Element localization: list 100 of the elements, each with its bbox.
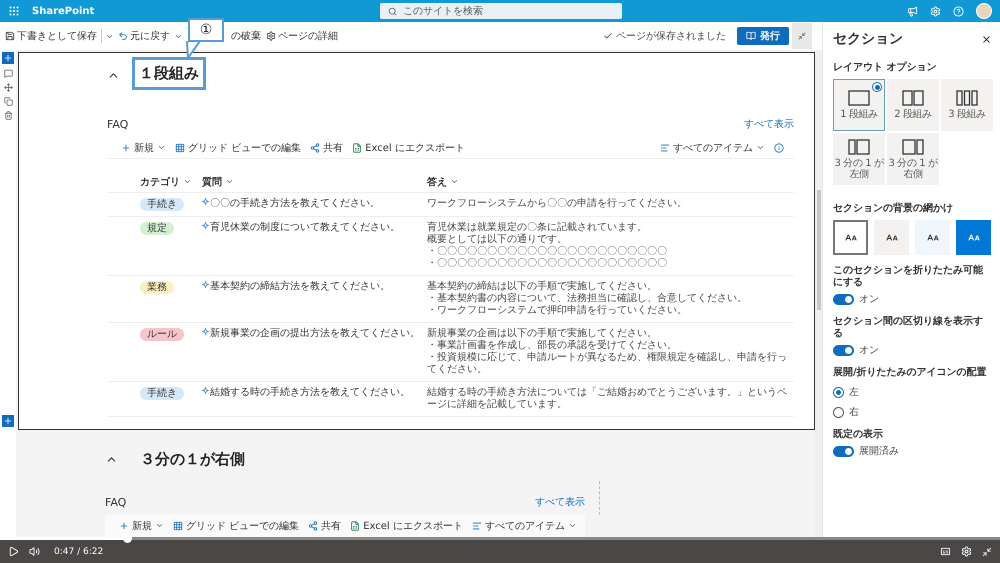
publish-button[interactable]: 発行 xyxy=(737,27,789,45)
text-size-icon xyxy=(886,232,898,244)
minimize-icon xyxy=(798,31,806,41)
app-launcher-icon[interactable] xyxy=(8,5,20,17)
column-header[interactable]: 質問 xyxy=(202,171,427,193)
see-all-link[interactable]: すべて表示 xyxy=(744,117,794,131)
toggle-switch[interactable] xyxy=(833,344,854,356)
question-text: 〇〇の手続き方法を教えてください。 xyxy=(210,198,380,210)
save-status: ページが保存されました xyxy=(616,30,726,43)
lines-icon xyxy=(660,142,670,152)
progress-track[interactable] xyxy=(0,537,1000,540)
add-section-button[interactable] xyxy=(2,52,14,64)
answer-line: ・事業計画書を作成し、部長の承認を受けてください。 xyxy=(427,340,678,352)
toggle-state: オン xyxy=(859,344,879,357)
toggle-switch[interactable] xyxy=(833,294,854,304)
sparkle-icon xyxy=(202,387,209,394)
shading-option[interactable] xyxy=(956,220,991,255)
settings-icon xyxy=(266,31,276,41)
question-text: 基本契約の締結方法を教えてください。 xyxy=(210,281,390,293)
layout-option[interactable]: 3 段組み xyxy=(941,79,993,131)
minimize-icon[interactable] xyxy=(982,546,992,556)
sparkle-icon xyxy=(202,281,209,288)
settings-icon[interactable] xyxy=(961,546,972,557)
share-icon xyxy=(310,142,320,152)
comment-icon[interactable] xyxy=(4,69,12,78)
play-icon[interactable] xyxy=(8,546,19,557)
radio-label: 左 xyxy=(849,386,859,399)
volume-icon[interactable] xyxy=(29,546,40,557)
megaphone-icon[interactable] xyxy=(907,6,918,16)
web-part-title: FAQ xyxy=(105,496,126,508)
toolbar-button[interactable]: 新規 xyxy=(121,140,166,154)
save-draft-button[interactable]: 下書きとして保存 xyxy=(4,28,98,44)
avatar[interactable] xyxy=(976,3,992,19)
layout-icon xyxy=(848,90,870,106)
column-header[interactable]: カテゴリ xyxy=(107,171,202,193)
panel-title: セクション xyxy=(833,30,903,48)
shading-option[interactable] xyxy=(874,220,909,255)
radio-button[interactable] xyxy=(833,386,844,398)
question-text: 結婚する時の手続き方法を教えてください。 xyxy=(210,387,410,399)
web-part-title: FAQ xyxy=(107,118,128,130)
category-tag: 手続き xyxy=(140,387,184,400)
undo-button[interactable]: 元に戻す xyxy=(117,28,171,44)
layout-icon xyxy=(902,138,924,154)
answer-line: ・〇〇〇〇〇〇〇〇〇〇〇〇〇〇〇〇〇〇〇〇〇〇〇 xyxy=(427,246,668,258)
save-icon xyxy=(5,31,15,41)
layout-option[interactable]: 1 段組み xyxy=(833,79,885,131)
category-tag: ルール xyxy=(140,328,184,341)
question-text: 育児休業の制度について教えてください。 xyxy=(210,222,400,234)
caret-icon xyxy=(157,143,166,152)
move-icon[interactable] xyxy=(4,83,12,92)
see-all-link[interactable]: すべて表示 xyxy=(535,495,585,509)
info-icon[interactable] xyxy=(774,142,784,152)
answer-line: 育児休業は就業規定の〇条に記載されています。 xyxy=(427,222,648,234)
shading-option[interactable] xyxy=(833,220,868,255)
view-selector[interactable]: すべてのアイテム xyxy=(660,140,765,154)
toggle-state: オン xyxy=(859,293,879,306)
layout-option[interactable]: 3 分の 1 が左側 xyxy=(833,133,885,185)
export-icon xyxy=(350,520,360,530)
layout-option[interactable]: 3 分の 1 が右側 xyxy=(887,133,939,185)
text-size-icon xyxy=(968,232,980,244)
toolbar-button[interactable]: Excel にエクスポート xyxy=(350,518,463,532)
app-name: SharePoint xyxy=(32,6,94,16)
search-field[interactable]: このサイトを検索 xyxy=(380,3,622,19)
view-selector[interactable]: すべてのアイテム xyxy=(472,518,577,532)
discard-button[interactable]: の破棄 xyxy=(230,28,262,44)
answer-line: ・投資規模に応じて、申請ルートが異なるため、権限規定を確認し、申請を行ってください。 xyxy=(427,352,788,376)
layout-option[interactable]: 2 段組み xyxy=(887,79,939,131)
toolbar-button[interactable]: グリッド ビューでの編集 xyxy=(173,518,300,532)
category-tag: 業務 xyxy=(140,281,174,294)
plus-icon xyxy=(3,416,13,426)
answer-line: ・ワークフローシステムで押印申請を行っていください。 xyxy=(427,305,688,317)
toolbar-button[interactable]: 共有 xyxy=(308,518,342,532)
category-tag: 手続き xyxy=(140,198,184,211)
toggle-switch[interactable] xyxy=(833,446,854,456)
section-title: ３分の１が右側 xyxy=(140,450,245,468)
sparkle-icon xyxy=(202,222,209,229)
add-section-button[interactable] xyxy=(2,415,14,427)
progress-thumb[interactable] xyxy=(123,534,132,543)
answer-line: ・基本契約書の内容について、法務担当に確認し、合意してください。 xyxy=(427,293,748,304)
setting-label: 展開/折りたたみのアイコンの配置 xyxy=(833,367,988,379)
shading-option[interactable] xyxy=(915,220,950,255)
radio-button[interactable] xyxy=(833,406,844,418)
toolbar-button[interactable]: 新規 xyxy=(119,518,164,532)
close-icon[interactable] xyxy=(981,34,992,44)
trash-icon[interactable] xyxy=(4,111,12,120)
grid-icon xyxy=(175,142,185,152)
help-icon[interactable] xyxy=(953,6,964,16)
layout-icon xyxy=(956,90,978,106)
answer-line: 基本契約の締結は以下の手順で実施してください。 xyxy=(427,281,658,292)
toolbar-button[interactable]: 共有 xyxy=(310,140,344,154)
copy-icon[interactable] xyxy=(4,97,12,106)
answer-line: 概要としては以下の通りです。 xyxy=(427,234,568,246)
toolbar-button[interactable]: Excel にエクスポート xyxy=(352,140,465,154)
check-icon xyxy=(603,31,613,41)
page-details-button[interactable]: ページの詳細 xyxy=(265,28,339,44)
column-header[interactable]: 答え xyxy=(427,171,794,193)
toolbar-button[interactable]: グリッド ビューでの編集 xyxy=(175,140,302,154)
layout-heading: レイアウト オプション xyxy=(833,60,938,74)
new-icon xyxy=(121,142,131,152)
captions-icon[interactable] xyxy=(940,546,951,557)
